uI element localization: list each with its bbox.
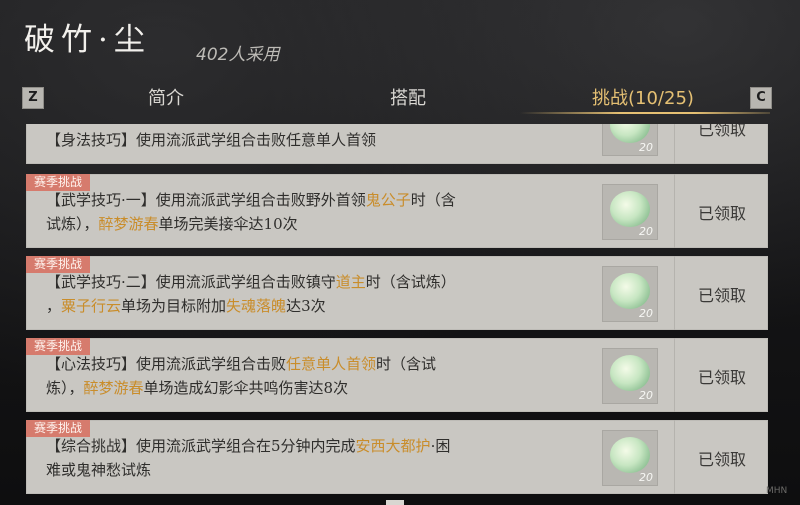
boss-name: 任意单人首领 xyxy=(286,355,377,373)
reward-slot[interactable]: 20 xyxy=(602,124,658,156)
challenge-text: 【身法技巧】使用流派武学组合击败任意单人首领 xyxy=(46,128,566,152)
claimed-status: 已领取 xyxy=(697,368,746,387)
challenge-card: 赛季挑战 【武学技巧·二】使用流派武学组合击败镇守道主时（含试炼） ，粟子行云单… xyxy=(26,256,768,330)
text-segment: ·困 xyxy=(430,437,451,455)
tab-intro[interactable]: 简介 xyxy=(148,84,184,110)
text-segment: 难或鬼神愁试炼 xyxy=(46,461,152,479)
challenge-card: 【身法技巧】使用流派武学组合击败任意单人首领 20 已领取 xyxy=(26,124,768,164)
challenge-text: 【综合挑战】使用流派武学组合在5分钟内完成安西大都护·困 难或鬼神愁试炼 xyxy=(46,434,566,482)
claimed-status: 已领取 xyxy=(697,204,746,223)
reward-slot[interactable]: 20 xyxy=(602,430,658,486)
challenge-text: 【心法技巧】使用流派武学组合击败任意单人首领时（含试 炼），醉梦游春单场造成幻影… xyxy=(46,352,566,400)
challenge-text: 【武学技巧·二】使用流派武学组合击败镇守道主时（含试炼） ，粟子行云单场为目标附… xyxy=(46,270,566,318)
reward-slot[interactable]: 20 xyxy=(602,184,658,240)
tab-challenge[interactable]: 挑战(10/25) xyxy=(592,84,694,110)
claimed-status: 已领取 xyxy=(697,450,746,469)
challenge-card: 赛季挑战 【武学技巧·一】使用流派武学组合击败野外首领鬼公子时（含 试炼），醉梦… xyxy=(26,174,768,248)
text-segment: 炼）， xyxy=(46,379,84,397)
boss-name: 安西大都护 xyxy=(355,437,431,455)
reward-count: 20 xyxy=(639,141,653,154)
claimed-status: 已领取 xyxy=(697,286,746,305)
boss-name: 鬼公子 xyxy=(365,191,411,209)
tab-bar: Z 简介 搭配 挑战(10/25) C xyxy=(0,82,800,112)
text-segment: 达3次 xyxy=(286,297,326,315)
challenge-text-partial: 【身法技巧】使用流派武学组合击败任意单人首领 xyxy=(46,131,377,149)
reward-count: 20 xyxy=(639,471,653,484)
challenge-list[interactable]: 【身法技巧】使用流派武学组合击败任意单人首领 20 已领取 赛季挑战 【武学技巧… xyxy=(26,124,768,505)
text-segment: 【武学技巧·一】使用流派武学组合击败野外首领 xyxy=(46,191,366,209)
boss-name: 道主 xyxy=(335,273,366,291)
jade-orb-icon xyxy=(610,355,650,391)
text-segment: ， xyxy=(46,297,62,315)
challenge-card: 赛季挑战 【心法技巧】使用流派武学组合击败任意单人首领时（含试 炼），醉梦游春单… xyxy=(26,338,768,412)
skill-name: 醉梦游春 xyxy=(83,379,144,397)
card-divider xyxy=(674,174,675,248)
scroll-indicator[interactable] xyxy=(386,500,404,505)
text-segment: 单场完美接伞达10次 xyxy=(158,215,298,233)
active-tab-indicator xyxy=(520,112,770,114)
reward-count: 20 xyxy=(639,389,653,402)
card-divider xyxy=(674,420,675,494)
key-hint-c[interactable]: C xyxy=(750,87,772,109)
text-segment: 时（含试炼） xyxy=(365,273,456,291)
effect-name: 失魂落魄 xyxy=(226,297,287,315)
reward-count: 20 xyxy=(639,307,653,320)
build-title: 破竹·尘 xyxy=(24,22,151,58)
skill-name: 粟子行云 xyxy=(61,297,122,315)
tab-match[interactable]: 搭配 xyxy=(390,84,426,110)
text-segment: 【心法技巧】使用流派武学组合击败 xyxy=(46,355,287,373)
jade-orb-icon xyxy=(610,273,650,309)
text-segment: 时（含试 xyxy=(376,355,437,373)
key-hint-z[interactable]: Z xyxy=(22,87,44,109)
reward-count: 20 xyxy=(639,225,653,238)
claimed-status: 已领取 xyxy=(697,124,746,139)
jade-orb-icon xyxy=(610,191,650,227)
text-segment: 【武学技巧·二】使用流派武学组合击败镇守 xyxy=(46,273,336,291)
reward-slot[interactable]: 20 xyxy=(602,266,658,322)
card-divider xyxy=(674,256,675,330)
text-segment: 试炼）， xyxy=(46,215,99,233)
text-segment: 【综合挑战】使用流派武学组合在5分钟内完成 xyxy=(46,437,356,455)
card-divider xyxy=(674,124,675,164)
challenge-card: 赛季挑战 【综合挑战】使用流派武学组合在5分钟内完成安西大都护·困 难或鬼神愁试… xyxy=(26,420,768,494)
challenge-text: 【武学技巧·一】使用流派武学组合击败野外首领鬼公子时（含 试炼），醉梦游春单场完… xyxy=(46,188,566,236)
reward-slot[interactable]: 20 xyxy=(602,348,658,404)
jade-orb-icon xyxy=(610,437,650,473)
adopt-count: 402人采用 xyxy=(196,45,280,65)
watermark: MHN xyxy=(766,486,788,496)
text-segment: 单场造成幻影伞共鸣伤害达8次 xyxy=(143,379,349,397)
text-segment: 时（含 xyxy=(410,191,456,209)
skill-name: 醉梦游春 xyxy=(98,215,159,233)
card-divider xyxy=(674,338,675,412)
text-segment: 单场为目标附加 xyxy=(121,297,227,315)
